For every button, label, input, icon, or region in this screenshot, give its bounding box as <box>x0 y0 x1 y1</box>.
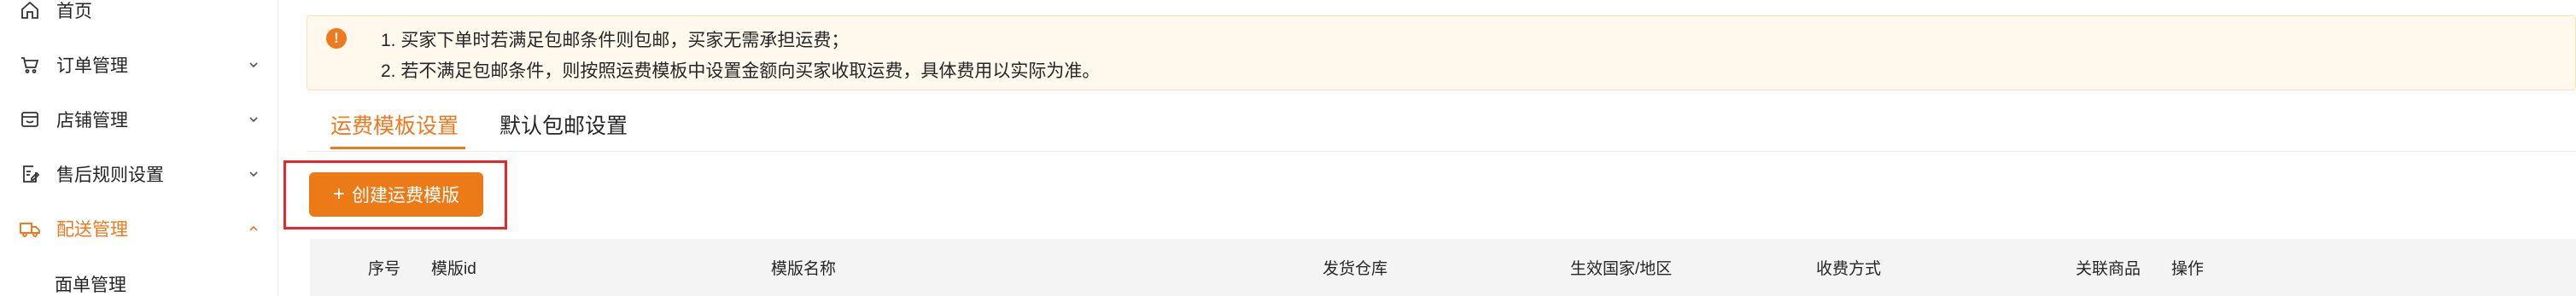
sidebar-subitem-waybill[interactable]: 面单管理 <box>55 271 126 296</box>
chevron-down-icon <box>247 167 260 181</box>
chevron-down-icon <box>247 58 260 72</box>
tab-shipping-template[interactable]: 运费模板设置 <box>330 109 459 140</box>
sidebar-item-aftersale-rules[interactable]: 售后规则设置 <box>0 157 277 191</box>
sidebar-item-home[interactable]: 首页 <box>0 0 277 27</box>
table-header: 序号 模版id 模版名称 发货仓库 生效国家/地区 收费方式 关联商品 操作 <box>310 239 2576 296</box>
sidebar-item-label: 配送管理 <box>56 220 128 240</box>
sidebar-item-label: 店铺管理 <box>56 111 128 131</box>
truck-icon <box>19 218 41 240</box>
sidebar-item-label: 售后规则设置 <box>56 165 164 185</box>
home-icon <box>19 0 41 21</box>
sidebar-item-store[interactable]: 店铺管理 <box>0 102 277 136</box>
store-icon <box>19 108 41 131</box>
column-header-template-id: 模版id <box>431 260 476 278</box>
create-template-button[interactable]: + 创建运费模版 <box>309 172 483 217</box>
notice-banner: ! 1. 买家下单时若满足包邮条件则包邮，买家无需承担运费； 2. 若不满足包邮… <box>307 15 2576 90</box>
sidebar-item-delivery[interactable]: 配送管理 <box>0 212 277 246</box>
column-header-template-name: 模版名称 <box>771 260 837 278</box>
app-root: 首页 订单管理 店铺管理 售后规则设置 配送管理 面单管理 ! 1. 买家下单时… <box>0 0 2576 296</box>
column-header-country: 生效国家/地区 <box>1570 260 1673 278</box>
sidebar-item-label: 订单管理 <box>56 56 128 76</box>
column-header-index: 序号 <box>368 260 401 278</box>
notice-line: 2. 若不满足包邮条件，则按照运费模板中设置金额向买家收取运费，具体费用以实际为… <box>381 61 1101 81</box>
column-header-warehouse: 发货仓库 <box>1323 260 1388 278</box>
sidebar-item-orders[interactable]: 订单管理 <box>0 48 277 82</box>
chevron-down-icon <box>247 113 260 126</box>
sidebar: 首页 订单管理 店铺管理 售后规则设置 配送管理 面单管理 <box>0 0 278 296</box>
sidebar-item-label: 首页 <box>56 2 92 21</box>
column-header-charge-method: 收费方式 <box>1816 260 1882 278</box>
column-header-linked-products: 关联商品 <box>2076 260 2141 278</box>
cart-icon <box>19 54 41 76</box>
create-template-label: 创建运费模版 <box>352 186 459 206</box>
chevron-up-icon <box>247 222 260 235</box>
main-content: ! 1. 买家下单时若满足包邮条件则包邮，买家无需承担运费； 2. 若不满足包邮… <box>279 0 2576 296</box>
tab-bar: 运费模板设置 默认包邮设置 <box>307 101 2576 152</box>
plus-icon: + <box>332 183 345 206</box>
warning-circle-icon: ! <box>326 28 347 49</box>
column-header-actions: 操作 <box>2171 260 2205 278</box>
edit-doc-icon <box>19 163 41 185</box>
notice-line: 1. 买家下单时若满足包邮条件则包邮，买家无需承担运费； <box>381 31 850 50</box>
tab-default-free-shipping[interactable]: 默认包邮设置 <box>499 109 628 140</box>
active-tab-indicator <box>330 147 465 149</box>
